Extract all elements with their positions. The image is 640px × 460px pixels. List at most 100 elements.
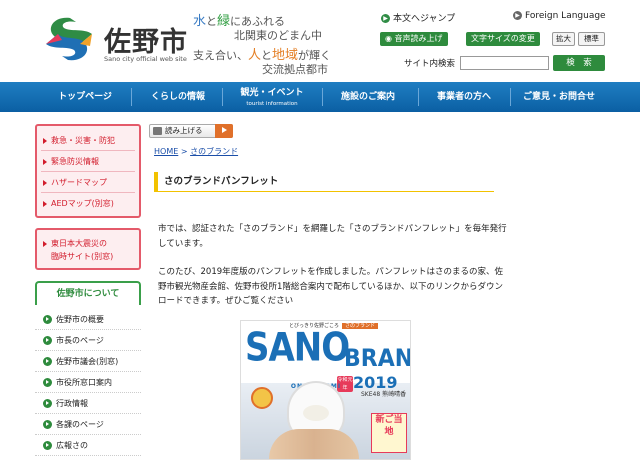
divider	[41, 150, 135, 151]
arrow-circle-icon	[43, 315, 52, 324]
read-page-label: 読み上げる	[165, 126, 203, 135]
search-input[interactable]	[460, 56, 549, 70]
arrow-circle-icon	[43, 420, 52, 429]
brochure-side-text: SKE48 熊崎晴香	[361, 391, 407, 398]
sidebar-item-council[interactable]: 佐野市議会(別窓)	[35, 351, 141, 372]
sidebar-item-admin[interactable]: 行政情報	[35, 393, 141, 414]
play-icon	[215, 124, 233, 138]
arrow-circle-icon	[43, 336, 52, 345]
font-size-label: 文字サイズの変更	[466, 32, 540, 46]
slogan-line2: 北関東のどまん中	[234, 29, 322, 42]
sano-logo-icon[interactable]	[40, 14, 98, 64]
nav-top-page[interactable]: トップページ	[45, 82, 125, 112]
breadcrumb-separator: >	[178, 147, 191, 156]
nav-facilities[interactable]: 施設のご案内	[328, 82, 408, 112]
read-page-button[interactable]: 読み上げる	[149, 124, 233, 138]
nav-living-info[interactable]: くらしの情報	[138, 82, 218, 112]
foreign-language-link[interactable]: ▶ Foreign Language	[513, 11, 606, 21]
nav-contact[interactable]: ご意見・お問合せ	[514, 82, 604, 112]
list-item-label: 市長のページ	[56, 336, 104, 345]
global-nav: トップページ くらしの情報 観光・イベント tourist information…	[0, 82, 640, 112]
emergency-box: 救急・災害・防犯 緊急防災情報 ハザードマップ AEDマップ(別窓)	[35, 124, 141, 218]
earthquake-box[interactable]: 東日本大震災の 臨時サイト(別窓)	[35, 228, 141, 270]
arrow-circle-icon	[43, 378, 52, 387]
brochure-brand-text: BRAND	[344, 345, 410, 373]
search-label: サイト内検索	[404, 59, 456, 69]
speaker-icon: ◉	[385, 34, 395, 43]
triangle-icon	[43, 200, 47, 207]
nav-divider	[131, 88, 132, 106]
sidebar-item-label: 緊急防災情報	[51, 157, 99, 166]
quake-line1: 東日本大震災の	[43, 238, 107, 249]
list-item-label: 広報さの	[56, 441, 88, 450]
quake-line2: 臨時サイト(別窓)	[51, 252, 114, 261]
list-item-label: 各課のページ	[56, 420, 104, 429]
site-header: 佐野市 Sano city official web site 水と緑にあふれる…	[0, 0, 640, 82]
site-title[interactable]: 佐野市	[104, 20, 188, 59]
divider	[41, 192, 135, 193]
triangle-icon	[43, 158, 47, 165]
list-item-label: 佐野市の概要	[56, 315, 104, 324]
nav-divider	[222, 88, 223, 106]
slogan-line3-start: 支え合い、	[193, 49, 248, 62]
triangle-icon	[43, 179, 47, 186]
arrow-circle-icon: ▶	[513, 11, 522, 20]
brochure-cover-image[interactable]: とびっきり佐野ごころさのブランド SANO BRAND 令和元年 2019 ON…	[240, 320, 411, 460]
sidebar-item-disaster-info[interactable]: 緊急防災情報	[43, 156, 99, 167]
divider	[41, 171, 135, 172]
slogan-green: 緑	[217, 14, 231, 29]
font-standard-button[interactable]: 標準	[578, 32, 605, 46]
about-sano-header: 佐野市について	[35, 281, 141, 305]
sidebar-item-mayor[interactable]: 市長のページ	[35, 330, 141, 351]
breadcrumb-home[interactable]: HOME	[154, 147, 178, 156]
sidebar-item-newsletter[interactable]: 広報さの	[35, 435, 141, 456]
flower-badge-icon	[251, 387, 273, 409]
nav-tourism[interactable]: 観光・イベント tourist information	[227, 82, 317, 112]
sidebar-item-aed-map[interactable]: AEDマップ(別窓)	[43, 198, 114, 209]
people-photo	[269, 429, 359, 459]
brochure-new-label: 新ご当地	[371, 413, 407, 453]
mascot-face	[303, 405, 329, 421]
brochure-sano-text: SANO	[245, 325, 350, 371]
arrow-circle-icon	[43, 441, 52, 450]
read-aloud-button[interactable]: ◉ 音声読み上げ	[380, 32, 448, 46]
breadcrumb: HOME > さのブランド	[154, 146, 238, 157]
breadcrumb-current[interactable]: さのブランド	[190, 147, 238, 156]
sidebar-item-overview[interactable]: 佐野市の概要	[35, 309, 141, 330]
read-aloud-label: 音声読み上げ	[394, 34, 443, 43]
triangle-icon	[43, 240, 47, 247]
sidebar-item-departments[interactable]: 各課のページ	[35, 414, 141, 435]
search-button[interactable]: 検 索	[553, 55, 605, 71]
nav-divider	[418, 88, 419, 106]
page-title: さのブランドパンフレット	[154, 172, 494, 192]
nav-business[interactable]: 事業者の方へ	[424, 82, 504, 112]
slogan-water: 水	[193, 14, 207, 29]
arrow-circle-icon: ▶	[381, 14, 390, 23]
arrow-circle-icon	[43, 399, 52, 408]
nav-divider	[510, 88, 511, 106]
list-item-label: 佐野市議会(別窓)	[56, 357, 119, 366]
sidebar-item-emergency[interactable]: 救急・災害・防犯	[43, 135, 115, 146]
sidebar-item-label: ハザードマップ	[51, 178, 107, 187]
slogan-line4: 交流拠点都市	[262, 63, 328, 76]
site-subtitle: Sano city official web site	[104, 55, 187, 63]
skip-to-content-link[interactable]: ▶ 本文へジャンプ	[381, 11, 455, 24]
sidebar-item-label: AEDマップ(別窓)	[51, 199, 114, 208]
list-item-label: 行政情報	[56, 399, 88, 408]
intro-paragraph: 市では、認証された「さのブランド」を網羅した「さのブランドパンフレット」を毎年発…	[158, 224, 507, 249]
font-enlarge-button[interactable]: 拡大	[552, 32, 575, 46]
arrow-circle-icon	[43, 357, 52, 366]
sidebar-item-counter[interactable]: 市役所窓口案内	[35, 372, 141, 393]
slogan-people: 人	[248, 48, 262, 63]
sidebar-item-hazard-map[interactable]: ハザードマップ	[43, 177, 107, 188]
skip-label: 本文へジャンプ	[393, 14, 456, 24]
sidebar-item-label: 救急・災害・防犯	[51, 136, 115, 145]
nav-tourism-label: 観光・イベント	[240, 88, 304, 98]
list-item-label: 市役所窓口案内	[56, 378, 112, 387]
nav-tourism-sub: tourist information	[246, 101, 298, 107]
slogan-to: と	[206, 15, 218, 28]
slogan: 水と緑にあふれる 北関東のどまん中 支え合い、人と地域が輝く 交流拠点都市	[190, 8, 340, 76]
foreign-label: Foreign Language	[525, 11, 606, 21]
detail-paragraph: このたび、2019年度版のパンフレットを作成しました。パンフレットはさのまるの家…	[158, 267, 503, 306]
nav-divider	[322, 88, 323, 106]
